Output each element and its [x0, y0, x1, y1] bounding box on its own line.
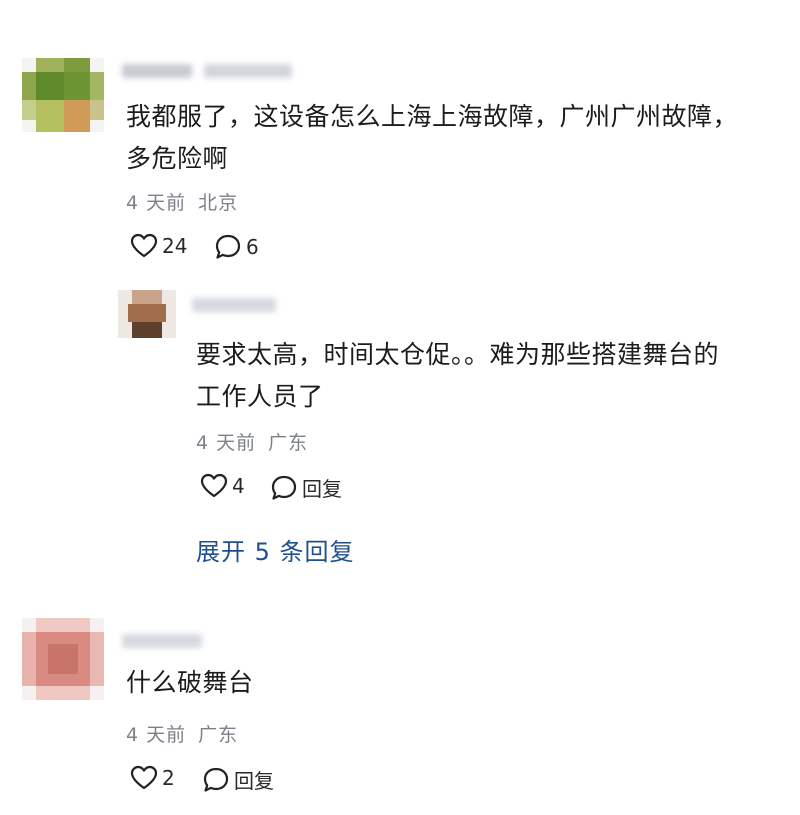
comment-button[interactable]: 6 — [214, 233, 259, 261]
avatar[interactable] — [118, 290, 176, 338]
username[interactable] — [122, 630, 202, 652]
comment-bubble-icon — [215, 234, 241, 259]
comment-text-line: 什么破舞台 — [126, 668, 254, 697]
location: 北京 — [198, 192, 239, 214]
expand-replies-link[interactable]: 展开 5 条回复 — [196, 532, 355, 567]
reply-count: 6 — [246, 235, 259, 259]
avatar[interactable] — [22, 58, 104, 132]
reply-label: 回复 — [302, 477, 342, 501]
timestamp: 4 天前 — [196, 432, 257, 454]
like-button[interactable]: 24 — [130, 233, 187, 259]
location: 广东 — [198, 724, 239, 746]
comment-bubble-icon — [203, 767, 229, 792]
heart-icon — [130, 765, 158, 790]
comment-meta: 4 天前 广东 — [126, 720, 238, 747]
like-count: 2 — [162, 766, 175, 790]
comments-page: 我都服了，这设备怎么上海上海故障，广州广州故障， 多危险啊 4 天前 北京 24 … — [0, 0, 800, 815]
comment-text-line: 我都服了，这设备怎么上海上海故障，广州广州故障， — [126, 102, 739, 131]
like-button[interactable]: 2 — [130, 765, 175, 791]
like-count: 4 — [232, 474, 245, 498]
like-button[interactable]: 4 — [200, 473, 245, 499]
like-count: 24 — [162, 234, 188, 258]
heart-icon — [130, 233, 158, 258]
username[interactable] — [122, 60, 292, 82]
timestamp: 4 天前 — [126, 724, 187, 746]
comment-text: 我都服了，这设备怎么上海上海故障，广州广州故障， 多危险啊 — [126, 96, 786, 180]
comment-meta: 4 天前 北京 — [126, 188, 238, 215]
reply-label: 回复 — [234, 769, 274, 793]
comment-text-line: 工作人员了 — [196, 382, 324, 411]
reply-text: 要求太高，时间太仓促。。难为那些搭建舞台的 工作人员了 — [196, 334, 786, 418]
reply-button[interactable]: 回复 — [202, 765, 274, 794]
heart-icon — [200, 473, 228, 498]
comment-text: 什么破舞台 — [126, 662, 786, 704]
avatar[interactable] — [22, 618, 104, 700]
location: 广东 — [268, 432, 309, 454]
reply-button[interactable]: 回复 — [270, 473, 342, 502]
timestamp: 4 天前 — [126, 192, 187, 214]
comment-meta: 4 天前 广东 — [196, 428, 308, 455]
comment-text-line: 要求太高，时间太仓促。。难为那些搭建舞台的 — [196, 340, 720, 369]
comment-text-line: 多危险啊 — [126, 144, 229, 173]
comment-bubble-icon — [271, 475, 297, 500]
username[interactable] — [192, 294, 276, 316]
